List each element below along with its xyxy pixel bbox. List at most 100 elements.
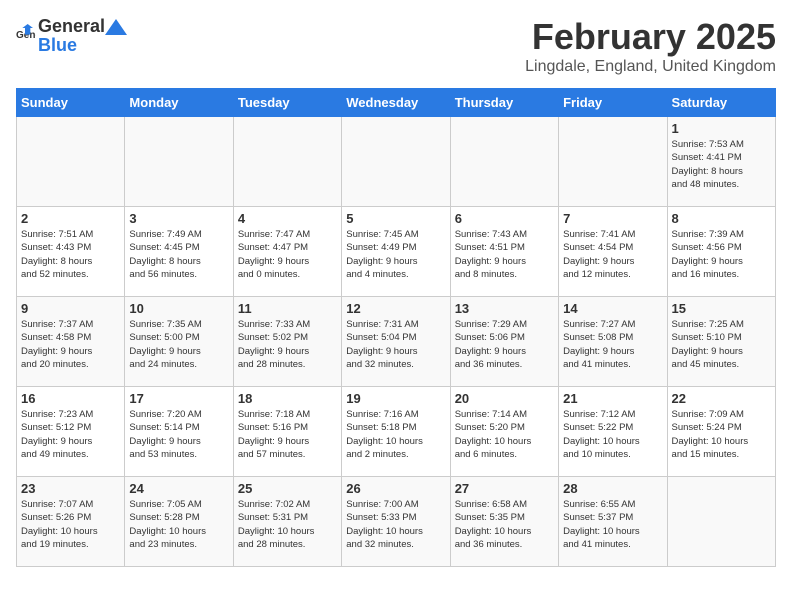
day-number: 21 [563, 391, 662, 406]
day-number: 23 [21, 481, 120, 496]
day-number: 28 [563, 481, 662, 496]
calendar-day-cell: 21 Sunrise: 7:12 AM Sunset: 5:22 PM Dayli… [559, 387, 667, 477]
day-number: 12 [346, 301, 445, 316]
day-number: 13 [455, 301, 554, 316]
day-number: 25 [238, 481, 337, 496]
calendar-week-row: 16 Sunrise: 7:23 AM Sunset: 5:12 PM Dayli… [17, 387, 776, 477]
calendar-day-cell: 5Sunrise: 7:45 AM Sunset: 4:49 PM Daylig… [342, 207, 450, 297]
day-info: Sunrise: 7:23 AM Sunset: 5:12 PM Dayligh… [21, 408, 120, 461]
calendar-week-row: 2Sunrise: 7:51 AM Sunset: 4:43 PM Daylig… [17, 207, 776, 297]
day-of-week-header: Sunday [17, 89, 125, 117]
calendar-day-cell: 27 Sunrise: 6:58 AM Sunset: 5:35 PM Dayli… [450, 477, 558, 567]
day-of-week-header: Monday [125, 89, 233, 117]
day-info: Sunrise: 7:33 AM Sunset: 5:02 PM Dayligh… [238, 318, 337, 371]
calendar-day-cell: 19 Sunrise: 7:16 AM Sunset: 5:18 PM Dayli… [342, 387, 450, 477]
day-number: 8 [672, 211, 771, 226]
calendar-day-cell: 1Sunrise: 7:53 AM Sunset: 4:41 PM Daylig… [667, 117, 775, 207]
calendar-week-row: 9 Sunrise: 7:37 AM Sunset: 4:58 PM Daylig… [17, 297, 776, 387]
calendar-body: 1Sunrise: 7:53 AM Sunset: 4:41 PM Daylig… [17, 117, 776, 567]
day-info: Sunrise: 7:18 AM Sunset: 5:16 PM Dayligh… [238, 408, 337, 461]
calendar-day-cell: 16 Sunrise: 7:23 AM Sunset: 5:12 PM Dayli… [17, 387, 125, 477]
calendar-day-cell: 6 Sunrise: 7:43 AM Sunset: 4:51 PM Daylig… [450, 207, 558, 297]
day-info: Sunrise: 7:16 AM Sunset: 5:18 PM Dayligh… [346, 408, 445, 461]
calendar-day-cell [667, 477, 775, 567]
day-of-week-header: Wednesday [342, 89, 450, 117]
calendar-header-row: SundayMondayTuesdayWednesdayThursdayFrid… [17, 89, 776, 117]
calendar-day-cell: 20 Sunrise: 7:14 AM Sunset: 5:20 PM Dayli… [450, 387, 558, 477]
day-number: 9 [21, 301, 120, 316]
day-info: Sunrise: 7:02 AM Sunset: 5:31 PM Dayligh… [238, 498, 337, 551]
day-of-week-header: Friday [559, 89, 667, 117]
calendar-table: SundayMondayTuesdayWednesdayThursdayFrid… [16, 88, 776, 567]
day-number: 4 [238, 211, 337, 226]
calendar-week-row: 1Sunrise: 7:53 AM Sunset: 4:41 PM Daylig… [17, 117, 776, 207]
day-number: 19 [346, 391, 445, 406]
day-info: Sunrise: 7:37 AM Sunset: 4:58 PM Dayligh… [21, 318, 120, 371]
day-info: Sunrise: 7:07 AM Sunset: 5:26 PM Dayligh… [21, 498, 120, 551]
calendar-day-cell: 23 Sunrise: 7:07 AM Sunset: 5:26 PM Dayli… [17, 477, 125, 567]
day-number: 24 [129, 481, 228, 496]
day-info: Sunrise: 7:00 AM Sunset: 5:33 PM Dayligh… [346, 498, 445, 551]
calendar-day-cell: 10 Sunrise: 7:35 AM Sunset: 5:00 PM Dayli… [125, 297, 233, 387]
day-info: Sunrise: 7:27 AM Sunset: 5:08 PM Dayligh… [563, 318, 662, 371]
day-number: 17 [129, 391, 228, 406]
day-info: Sunrise: 7:20 AM Sunset: 5:14 PM Dayligh… [129, 408, 228, 461]
day-number: 3 [129, 211, 228, 226]
day-number: 15 [672, 301, 771, 316]
calendar-day-cell: 17 Sunrise: 7:20 AM Sunset: 5:14 PM Dayli… [125, 387, 233, 477]
day-number: 27 [455, 481, 554, 496]
title-section: February 2025 Lingdale, England, United … [525, 16, 776, 76]
calendar-week-row: 23 Sunrise: 7:07 AM Sunset: 5:26 PM Dayli… [17, 477, 776, 567]
calendar-day-cell: 28 Sunrise: 6:55 AM Sunset: 5:37 PM Dayli… [559, 477, 667, 567]
day-info: Sunrise: 7:51 AM Sunset: 4:43 PM Dayligh… [21, 228, 120, 281]
calendar-day-cell [17, 117, 125, 207]
day-info: Sunrise: 7:47 AM Sunset: 4:47 PM Dayligh… [238, 228, 337, 281]
calendar-day-cell: 26 Sunrise: 7:00 AM Sunset: 5:33 PM Dayli… [342, 477, 450, 567]
logo-triangle-icon [105, 17, 127, 39]
day-info: Sunrise: 7:49 AM Sunset: 4:45 PM Dayligh… [129, 228, 228, 281]
calendar-day-cell: 22 Sunrise: 7:09 AM Sunset: 5:24 PM Dayli… [667, 387, 775, 477]
day-info: Sunrise: 7:43 AM Sunset: 4:51 PM Dayligh… [455, 228, 554, 281]
calendar-day-cell: 12Sunrise: 7:31 AM Sunset: 5:04 PM Dayli… [342, 297, 450, 387]
day-info: Sunrise: 7:05 AM Sunset: 5:28 PM Dayligh… [129, 498, 228, 551]
calendar-day-cell: 2Sunrise: 7:51 AM Sunset: 4:43 PM Daylig… [17, 207, 125, 297]
calendar-day-cell: 15 Sunrise: 7:25 AM Sunset: 5:10 PM Dayli… [667, 297, 775, 387]
day-of-week-header: Saturday [667, 89, 775, 117]
calendar-day-cell: 7 Sunrise: 7:41 AM Sunset: 4:54 PM Daylig… [559, 207, 667, 297]
day-info: Sunrise: 7:39 AM Sunset: 4:56 PM Dayligh… [672, 228, 771, 281]
day-info: Sunrise: 6:58 AM Sunset: 5:35 PM Dayligh… [455, 498, 554, 551]
logo: Gene General Blue [16, 16, 127, 56]
day-info: Sunrise: 7:09 AM Sunset: 5:24 PM Dayligh… [672, 408, 771, 461]
day-info: Sunrise: 7:35 AM Sunset: 5:00 PM Dayligh… [129, 318, 228, 371]
day-info: Sunrise: 7:45 AM Sunset: 4:49 PM Dayligh… [346, 228, 445, 281]
calendar-day-cell: 18 Sunrise: 7:18 AM Sunset: 5:16 PM Dayli… [233, 387, 341, 477]
logo-general: General [38, 16, 105, 36]
day-number: 16 [21, 391, 120, 406]
day-number: 6 [455, 211, 554, 226]
day-number: 1 [672, 121, 771, 136]
day-info: Sunrise: 7:41 AM Sunset: 4:54 PM Dayligh… [563, 228, 662, 281]
day-info: Sunrise: 7:14 AM Sunset: 5:20 PM Dayligh… [455, 408, 554, 461]
day-info: Sunrise: 7:12 AM Sunset: 5:22 PM Dayligh… [563, 408, 662, 461]
day-info: Sunrise: 7:25 AM Sunset: 5:10 PM Dayligh… [672, 318, 771, 371]
day-number: 20 [455, 391, 554, 406]
day-number: 18 [238, 391, 337, 406]
calendar-day-cell: 8 Sunrise: 7:39 AM Sunset: 4:56 PM Daylig… [667, 207, 775, 297]
calendar-day-cell: 9 Sunrise: 7:37 AM Sunset: 4:58 PM Daylig… [17, 297, 125, 387]
calendar-day-cell: 14Sunrise: 7:27 AM Sunset: 5:08 PM Dayli… [559, 297, 667, 387]
day-info: Sunrise: 6:55 AM Sunset: 5:37 PM Dayligh… [563, 498, 662, 551]
day-of-week-header: Tuesday [233, 89, 341, 117]
calendar-day-cell [125, 117, 233, 207]
calendar-day-cell: 11 Sunrise: 7:33 AM Sunset: 5:02 PM Dayli… [233, 297, 341, 387]
day-number: 10 [129, 301, 228, 316]
logo-icon: Gene [16, 23, 36, 43]
day-number: 22 [672, 391, 771, 406]
calendar-day-cell: 25 Sunrise: 7:02 AM Sunset: 5:31 PM Dayli… [233, 477, 341, 567]
day-number: 7 [563, 211, 662, 226]
day-number: 11 [238, 301, 337, 316]
day-number: 26 [346, 481, 445, 496]
calendar-day-cell: 3 Sunrise: 7:49 AM Sunset: 4:45 PM Daylig… [125, 207, 233, 297]
calendar-day-cell [450, 117, 558, 207]
header: Gene General Blue February 2025 Lingdale… [16, 16, 776, 76]
subtitle: Lingdale, England, United Kingdom [525, 58, 776, 76]
